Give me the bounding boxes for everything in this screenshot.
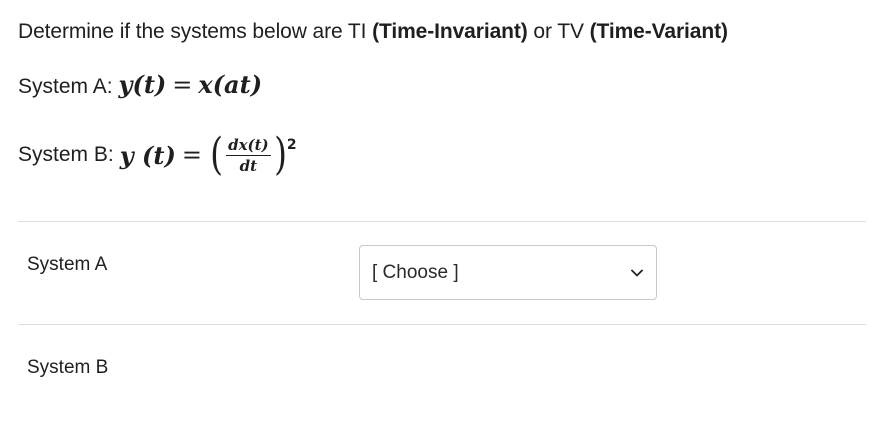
derivative-fraction: dx(t) dt [226, 136, 271, 175]
system-a-label: System A: [18, 75, 113, 98]
system-b-lhs: y (t) [119, 140, 176, 170]
system-b-equals: = [181, 141, 202, 169]
system-a-equation: System A: y(t) = x(at) [18, 70, 262, 99]
right-paren: ) [273, 129, 287, 180]
fraction-denominator: dt [239, 156, 258, 175]
fraction-numerator: dx(t) [226, 135, 271, 156]
row-label-system-a: System A [27, 254, 108, 275]
question-text: Determine if the systems below are TI (T… [18, 20, 728, 44]
question-prefix: Determine if the systems below are TI [18, 20, 373, 43]
divider-top [18, 221, 866, 222]
row-label-system-b: System B [27, 357, 109, 378]
question-middle: or TV [527, 20, 590, 43]
chevron-down-icon [630, 266, 644, 280]
system-a-equals: = [172, 71, 193, 99]
divider-middle [18, 324, 866, 325]
left-paren: ( [210, 129, 223, 180]
exponent: 2 [286, 137, 297, 153]
system-b-rhs: ( dx(t) dt ) 2 [208, 133, 297, 177]
select-value: [ Choose ] [372, 261, 459, 283]
system-a-rhs: x(at) [198, 70, 263, 99]
system-b-equation: System B: y (t) = ( dx(t) dt ) 2 [18, 124, 297, 186]
system-a-lhs: y(t) [118, 70, 167, 99]
tv-term: (Time-Variant) [589, 20, 728, 43]
system-a-select[interactable]: [ Choose ] [359, 245, 657, 300]
system-b-label: System B: [18, 143, 114, 166]
ti-term: (Time-Invariant) [372, 20, 528, 43]
